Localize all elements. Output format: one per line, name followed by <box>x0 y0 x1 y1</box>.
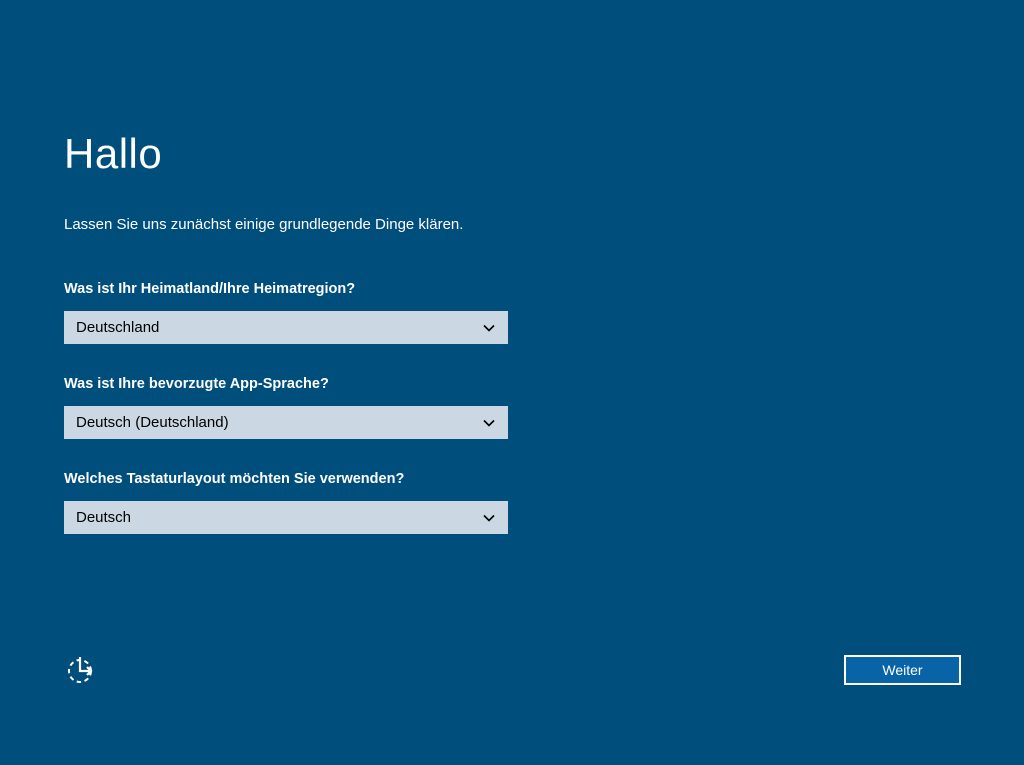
page-title: Hallo <box>64 130 964 178</box>
keyboard-dropdown-value: Deutsch <box>76 509 131 526</box>
chevron-down-icon <box>482 416 496 430</box>
language-dropdown[interactable]: Deutsch (Deutschland) <box>64 406 508 439</box>
country-label: Was ist Ihr Heimatland/Ihre Heimatregion… <box>64 281 964 297</box>
keyboard-label: Welches Tastaturlayout möchten Sie verwe… <box>64 471 964 487</box>
language-dropdown-value: Deutsch (Deutschland) <box>76 414 229 431</box>
chevron-down-icon <box>482 511 496 525</box>
next-button[interactable]: Weiter <box>845 656 960 684</box>
country-dropdown-value: Deutschland <box>76 319 159 336</box>
country-dropdown[interactable]: Deutschland <box>64 311 508 344</box>
ease-of-access-icon[interactable] <box>64 653 98 687</box>
keyboard-dropdown[interactable]: Deutsch <box>64 501 508 534</box>
chevron-down-icon <box>482 321 496 335</box>
language-label: Was ist Ihre bevorzugte App-Sprache? <box>64 376 964 392</box>
page-subtitle: Lassen Sie uns zunächst einige grundlege… <box>64 216 964 233</box>
